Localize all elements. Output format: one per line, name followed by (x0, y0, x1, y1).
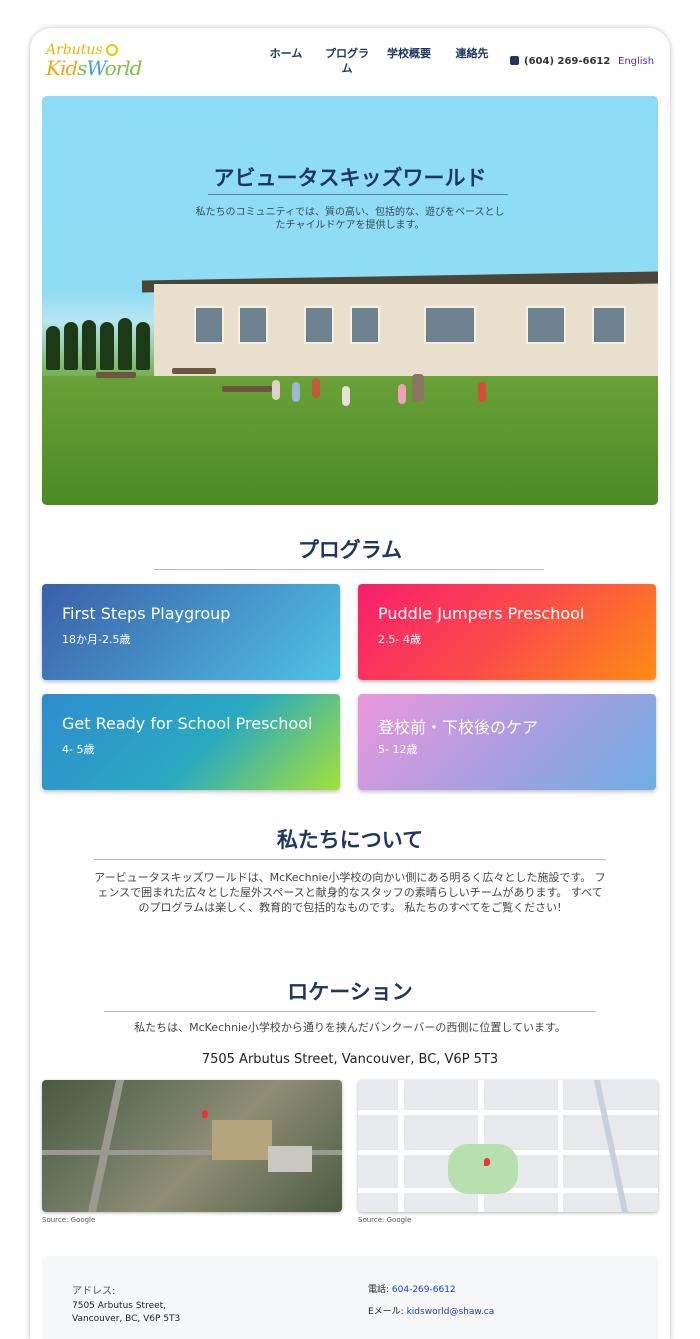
adult (412, 374, 424, 402)
phone-icon (510, 56, 519, 65)
child (342, 386, 350, 406)
nav-home[interactable]: ホーム (268, 46, 304, 61)
picnic-table (172, 368, 216, 374)
map-building (268, 1146, 312, 1172)
logo-bottom-text: KidsWorld (46, 56, 143, 80)
map-source-satellite: Source: Google (42, 1216, 96, 1224)
nav-programs[interactable]: プログラム (320, 46, 374, 76)
child (272, 380, 280, 400)
building-window (592, 306, 626, 344)
footer-address: 7505 Arbutus Street, Vancouver, BC, V6P … (72, 1300, 180, 1326)
about-text: アービュータスキッズワールドは、McKechnie小学校の向かい側にある明るく広… (94, 871, 606, 914)
program-card-puddle-jumpers[interactable]: Puddle Jumpers Preschool 2.5- 4歳 (358, 584, 656, 680)
program-name: 登校前・下校後のケア (378, 718, 539, 737)
footer-email-link[interactable]: kidsworld@shaw.ca (407, 1307, 495, 1317)
tree (46, 326, 60, 370)
header-phone-number: (604) 269-6612 (524, 56, 611, 67)
footer-address-line2: Vancouver, BC, V6P 5T3 (72, 1314, 181, 1324)
footer-phone-link[interactable]: 604-269-6612 (392, 1285, 456, 1295)
child (312, 378, 320, 398)
child (398, 384, 406, 404)
nav-about[interactable]: 学校概要 (384, 46, 434, 61)
map-field (212, 1120, 272, 1160)
map-pin-icon (484, 1158, 490, 1166)
program-name: Get Ready for School Preschool (62, 714, 313, 733)
site-footer: アドレス: 7505 Arbutus Street, Vancouver, BC… (42, 1256, 658, 1339)
tree (136, 322, 150, 370)
tree (118, 318, 132, 370)
site-logo[interactable]: Arbutus KidsWorld (46, 42, 142, 82)
program-card-first-steps[interactable]: First Steps Playgroup 18か月-2.5歳 (42, 584, 340, 680)
program-age: 4- 5歳 (62, 743, 95, 756)
location-title: ロケーション (287, 980, 413, 1004)
tree (82, 320, 96, 370)
about-title: 私たちについて (276, 828, 424, 852)
picnic-table (222, 386, 272, 392)
hero-banner: アビュータスキッズワールド 私たちのコミュニティでは、質の高い、包括的な、遊びを… (42, 96, 658, 505)
header-phone[interactable]: (604) 269-6612 (510, 56, 610, 67)
hero-title: アビュータスキッズワールド (213, 166, 487, 190)
building-window (350, 306, 380, 344)
map-source-road: Source: Google (358, 1216, 412, 1224)
logo-part: W (86, 56, 105, 80)
map-road (87, 1080, 125, 1212)
tree (64, 322, 78, 370)
child (292, 382, 300, 402)
map-street (358, 1110, 658, 1115)
location-text: 私たちは、McKechnie小学校から通りを挟んだバンクーバーの西側に位置してい… (134, 1021, 566, 1034)
child (478, 382, 486, 402)
building-window (424, 306, 476, 344)
about-divider (94, 859, 606, 860)
sun-icon (106, 44, 118, 56)
hero-subtitle: 私たちのコミュニティでは、質の高い、包括的な、遊びをベースとしたチャイルドケアを… (195, 207, 505, 231)
footer-email-label: Eメール: (368, 1307, 407, 1317)
location-divider (104, 1011, 596, 1012)
footer-phone: 電話: 604-269-6612 (368, 1282, 456, 1295)
footer-address-label: アドレス: (72, 1286, 116, 1297)
footer-address-line1: 7505 Arbutus Street, (72, 1301, 167, 1311)
logo-part: Kid (46, 56, 78, 80)
program-name: Puddle Jumpers Preschool (378, 604, 585, 623)
tree (100, 322, 114, 370)
logo-part: orld (104, 56, 143, 80)
building-window (238, 306, 268, 344)
program-age: 2.5- 4歳 (378, 633, 421, 646)
program-card-before-after-care[interactable]: 登校前・下校後のケア 5- 12歳 (358, 694, 656, 790)
location-address: 7505 Arbutus Street, Vancouver, BC, V6P … (201, 1052, 499, 1067)
hero-divider (208, 194, 508, 195)
road-map[interactable] (358, 1080, 658, 1212)
footer-email: Eメール: kidsworld@shaw.ca (368, 1304, 494, 1317)
map-park (448, 1144, 518, 1194)
footer-phone-label: 電話: (368, 1285, 392, 1295)
programs-title: プログラム (297, 538, 403, 562)
program-name: First Steps Playgroup (62, 604, 231, 623)
language-toggle[interactable]: English (618, 56, 654, 67)
programs-divider (154, 569, 544, 570)
site-header: Arbutus KidsWorld ホーム プログラム 学校概要 連絡先 (60… (30, 28, 670, 96)
lawn (42, 376, 658, 505)
program-age: 18か月-2.5歳 (62, 633, 131, 646)
picnic-table (96, 372, 136, 378)
building-window (194, 306, 224, 344)
satellite-map[interactable] (42, 1080, 342, 1212)
map-pin-icon (202, 1110, 208, 1118)
program-age: 5- 12歳 (378, 743, 418, 756)
nav-contact[interactable]: 連絡先 (452, 46, 492, 61)
building-window (304, 306, 334, 344)
building-window (526, 306, 566, 344)
school-building (154, 284, 658, 384)
program-card-get-ready[interactable]: Get Ready for School Preschool 4- 5歳 (42, 694, 340, 790)
page-frame: Arbutus KidsWorld ホーム プログラム 学校概要 連絡先 (60… (30, 28, 670, 1339)
